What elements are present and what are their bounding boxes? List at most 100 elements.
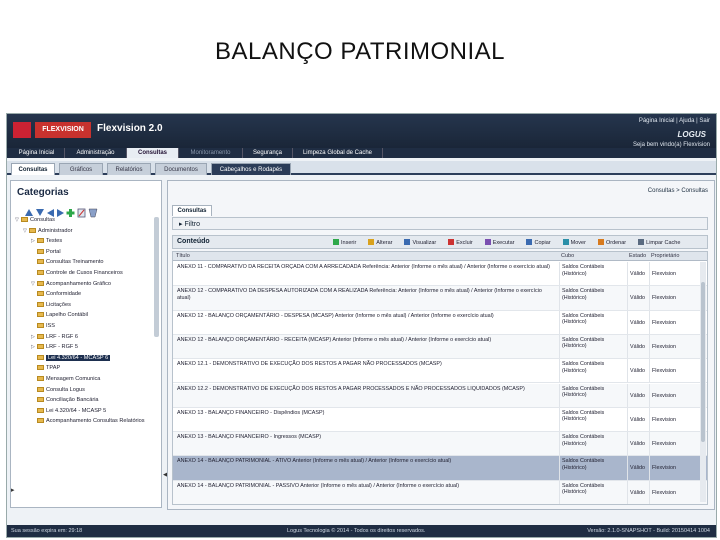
tree-item[interactable]: Consulta Logus (11, 385, 161, 396)
tree-item[interactable]: Consultas Treinamento (11, 257, 161, 268)
tree-item[interactable]: Acompanhamento Consultas Relatórios (11, 416, 161, 427)
table-row[interactable]: ANEXO 13 - BALANÇO FINANCEIRO - Ingresso… (173, 432, 707, 457)
tree-item[interactable]: ▷ Testes (11, 236, 161, 247)
tree-scroll-left-icon[interactable]: ▸ (11, 486, 15, 494)
subtab-documentos[interactable]: Documentos (155, 163, 207, 175)
folder-icon (37, 397, 44, 403)
tree-item[interactable]: ▽ Acompanhamento Gráfico (11, 279, 161, 290)
table-row[interactable]: ANEXO 14 - BALANÇO PATRIMONIAL - ATIVO A… (173, 456, 707, 481)
action-label: Ordenar (605, 240, 627, 246)
tree-item[interactable]: Mensagem Comunica (11, 374, 161, 385)
breadcrumb: Consultas > Consultas (647, 188, 708, 194)
query-grid: Título Cubo Estado Proprietário ANEXO 11… (172, 251, 708, 505)
tree-item-label: Consultas Treinamento (46, 259, 104, 266)
action-icon (333, 239, 339, 245)
top-links[interactable]: Página Inicial | Ajuda | Sair (639, 118, 710, 124)
tree-item[interactable]: Conciliação Bancária (11, 395, 161, 406)
filter-bar[interactable]: ▸ Filtro (172, 217, 708, 230)
row-estado: Válido (627, 432, 649, 456)
row-cubo: Saldos Contábeis (Histórico) (559, 407, 627, 432)
menu-tab-limpeza-cache[interactable]: Limpeza Global de Cache (293, 148, 383, 158)
menu-tab-admin[interactable]: Administração (65, 148, 127, 158)
categories-panel: Categorias ▽ Consultas ▽ Administrador ▷ Test… (10, 180, 162, 508)
row-owner: Flexvision (649, 286, 689, 310)
action-button[interactable]: Inserir (333, 239, 356, 246)
tab-consultas[interactable]: Consultas (172, 205, 212, 216)
tree-scrollbar[interactable] (154, 217, 159, 337)
menu-tab-seguranca[interactable]: Segurança (243, 148, 293, 158)
tree-item-label: Conformidade (46, 291, 82, 298)
grid-scrollbar[interactable] (700, 262, 706, 502)
action-buttons: Inserir Alterar Visualizar Excluir Executar C… (333, 239, 692, 246)
subtab-cabecalhos[interactable]: Cabeçalhos e Rodapés (211, 163, 291, 175)
action-button[interactable]: Mover (562, 239, 586, 246)
column-header-estado[interactable]: Estado (629, 252, 646, 261)
tree-item-label: Mensagem Comunica (46, 375, 101, 382)
tree-item[interactable]: ISS (11, 321, 161, 332)
tree-item[interactable]: ▷ LRF - RGF 5 (11, 342, 161, 353)
subtab-graficos[interactable]: Gráficos (59, 163, 103, 175)
tree-item[interactable]: Licitações (11, 300, 161, 311)
table-row[interactable]: ANEXO 13 - BALANÇO FINANCEIRO - Dispêndi… (173, 407, 707, 433)
brand-badge: FLEXVISION (35, 122, 91, 138)
row-estado: Válido (627, 262, 649, 286)
table-row[interactable]: ANEXO 12 - BALANÇO ORÇAMENTÁRIO - RECEIT… (173, 334, 707, 360)
slide-title: BALANÇO PATRIMONIAL (215, 38, 505, 65)
row-title: ANEXO 12 - BALANÇO ORÇAMENTÁRIO - RECEIT… (177, 336, 492, 343)
table-row[interactable]: ANEXO 12.2 - DEMONSTRATIVO DE EXECUÇÃO D… (173, 383, 707, 408)
table-row[interactable]: ANEXO 14 - BALANÇO PATRIMONIAL - PASSIVO… (173, 480, 707, 504)
row-estado: Válido (627, 407, 649, 432)
subtab-relatorios[interactable]: Relatórios (107, 163, 151, 175)
tree-item[interactable]: Lei 4.320/64 - MCASP 5 (11, 406, 161, 417)
folder-icon (37, 269, 44, 275)
tree-item[interactable]: Lapelho Contábil (11, 310, 161, 321)
folder-icon (37, 386, 44, 392)
grid-scroll-thumb[interactable] (701, 282, 705, 442)
tree-item[interactable]: Portal (11, 247, 161, 258)
action-button[interactable]: Executar (484, 239, 514, 246)
column-header-title[interactable]: Título (176, 252, 190, 261)
table-row[interactable]: ANEXO 12 - COMPARATIVO DA DESPESA AUTORI… (173, 286, 707, 311)
row-owner: Flexvision (649, 262, 689, 286)
action-button[interactable]: Limpar Cache (638, 239, 680, 246)
menu-tab-consultas[interactable]: Consultas (127, 148, 179, 158)
category-tree: ▽ Consultas ▽ Administrador ▷ Testes Portal Con… (11, 215, 161, 505)
action-label: Mover (570, 240, 586, 246)
subtab-consultas[interactable]: Consultas (11, 163, 55, 175)
table-row[interactable]: ANEXO 12.1 - DEMONSTRATIVO DE EXECUÇÃO D… (173, 359, 707, 384)
folder-icon (37, 280, 44, 286)
folder-icon (37, 418, 44, 424)
table-row[interactable]: ANEXO 11 - COMPARATIVO DA RECEITA ORÇADA… (173, 262, 707, 287)
action-button[interactable]: Visualizar (404, 239, 436, 246)
row-cubo: Saldos Contábeis (Histórico) (559, 456, 627, 480)
row-title: ANEXO 13 - BALANÇO FINANCEIRO - Ingresso… (177, 434, 322, 441)
menu-tab-monitoramento[interactable]: Monitoramento (179, 148, 243, 158)
table-row[interactable]: ANEXO 12 - BALANÇO ORÇAMENTÁRIO - DESPES… (173, 310, 707, 335)
action-button[interactable]: Alterar (368, 239, 392, 246)
copyright: Logus Tecnologia © 2014 - Todos os direi… (287, 528, 426, 534)
tree-item[interactable]: Conformidade (11, 289, 161, 300)
tree-item[interactable]: TPAP (11, 363, 161, 374)
tree-item[interactable]: Controle de Cusos Financeiros (11, 268, 161, 279)
tree-item[interactable]: ▷ LRF - RGF 6 (11, 332, 161, 343)
tree-item[interactable]: ▽ Administrador (11, 226, 161, 237)
row-cubo: Saldos Contábeis (Histórico) (559, 286, 627, 310)
tree-item[interactable]: Lei 4.320/64 - MCASP 6 (11, 353, 161, 364)
action-button[interactable]: Copiar (526, 239, 551, 246)
sub-tabs: Consultas Gráficos Relatórios Documentos… (7, 161, 716, 175)
vendor-logo: LOGUS (677, 130, 706, 139)
action-label: Visualizar (412, 240, 437, 246)
action-button[interactable]: Ordenar (597, 239, 627, 246)
column-header-cubo[interactable]: Cubo (561, 252, 574, 261)
column-header-proprietario[interactable]: Proprietário (651, 252, 679, 261)
action-icon (368, 239, 375, 245)
row-cubo: Saldos Contábeis (Histórico) (559, 383, 627, 407)
action-button[interactable]: Excluir (448, 239, 473, 246)
menu-tab-home[interactable]: Página Inicial (9, 148, 65, 158)
version-info: Versão: 2.1.0-SNAPSHOT - Build: 20150414… (587, 528, 710, 534)
status-footer: Sua sessão expira em: 29:18 Logus Tecnol… (7, 525, 716, 537)
row-title: ANEXO 13 - BALANÇO FINANCEIRO - Dispêndi… (177, 409, 325, 416)
tree-item[interactable]: ▽ Consultas (11, 215, 161, 226)
action-icon (448, 239, 455, 245)
tree-item-label: Testes (46, 238, 63, 245)
